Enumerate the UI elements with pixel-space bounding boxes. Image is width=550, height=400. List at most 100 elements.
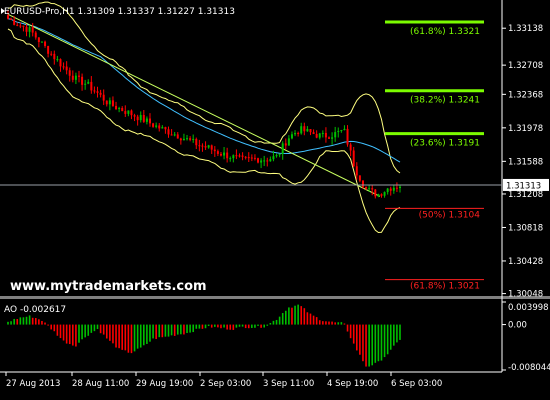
candle-body [62,66,65,68]
candle-body [303,126,306,132]
candle-body [77,75,80,77]
candle-body [81,76,84,85]
candle-body [340,130,343,132]
candle-body [281,143,284,154]
candle-body [13,19,16,25]
chart-svg[interactable]: (61.8%) 1.3321 (38.2%) 1.3241 (23.6%) 1.31… [0,0,550,400]
candle-body [260,160,263,163]
time-tick-label: 29 Aug 19:00 [136,379,193,389]
candle-body [253,157,256,159]
pane-separator[interactable] [0,296,550,299]
ao-histogram [7,304,401,367]
price-tick-label: 1.30048 [508,290,543,300]
candle-body [241,155,244,157]
candle-body [232,155,235,159]
candle-body [68,70,71,76]
candle-body [59,59,62,67]
candle-body [374,189,377,197]
candle-body [352,150,355,167]
candle-body [395,187,398,189]
time-tick-label: 27 Aug 2013 [6,379,60,389]
ao-axis: 0.003998 0.00 -0.008044 [502,301,550,373]
candle-body [346,128,349,145]
candle-body [34,32,37,38]
candle-body [186,138,189,140]
ao-tick-label: 0.00 [508,321,527,331]
candle-body [328,137,331,139]
candle-body [44,41,47,46]
candle-body [315,134,318,138]
candle-body [297,133,300,135]
candle-body [93,90,96,92]
candle-body [324,132,327,138]
price-tick-label: 1.30428 [508,257,543,267]
chart-window: (61.8%) 1.3321 (38.2%) 1.3241 (23.6%) 1.31… [0,0,550,400]
candle-body [170,134,173,136]
candle-body [179,138,182,141]
candle-body [127,110,130,114]
ao-tick-label: 0.003998 [508,303,549,313]
candle-body [201,145,204,147]
candle-body [238,155,241,157]
ao-tick-label: -0.008044 [508,363,550,373]
candle-body [198,145,201,147]
candle-body [148,118,151,124]
candle-body [124,111,127,114]
candle-body [343,128,346,131]
candle-body [300,126,303,134]
candle-body [287,138,290,146]
price-tick-label: 1.31978 [508,124,543,134]
price-tick-label: 1.32368 [508,90,543,100]
candle-body [349,144,352,151]
candle-body [244,156,247,158]
candle-body [152,123,155,127]
ao-title: AO -0.002617 [4,305,66,315]
candle-body [142,115,145,122]
candle-body [164,127,167,130]
candle-body [96,91,99,93]
price-tick-label: 1.30818 [508,223,543,233]
candle-body [383,192,386,196]
candle-body [371,188,374,190]
candle-body [71,75,74,80]
candle-body [121,107,124,112]
fib-level-label: (61.8%) 1.3321 [410,27,480,37]
candle-body [278,153,281,156]
candle-body [10,18,13,20]
candle-body [250,157,253,159]
candle-body [25,26,28,32]
candle-body [284,143,287,146]
candle-body [247,157,250,159]
candle-body [235,155,238,157]
fib-level-label: (61.8%) 1.3021 [410,282,480,292]
candle-body [118,107,121,110]
candle-body [145,118,148,122]
candle-body [309,129,312,133]
candle-body [84,83,87,85]
candle-body [16,24,19,26]
candle-body [355,166,358,176]
candle-body [290,134,293,139]
candle-body [22,25,25,27]
candle-body [108,100,111,105]
candle-body [275,155,278,157]
price-tick-label: 1.33138 [508,24,543,34]
watermark-text: www.mytrademarkets.com [10,279,207,294]
fib-level-label: (50%) 1.3104 [419,210,481,220]
time-tick-label: 28 Aug 11:00 [72,379,129,389]
candle-body [216,151,219,154]
candle-body [182,138,185,141]
candle-body [399,186,401,189]
candle-body [47,45,50,54]
candle-body [74,75,77,80]
candle-body [365,186,368,189]
candle-body [377,194,380,197]
candle-body [219,153,222,156]
candle-body [130,110,133,116]
candle-body [263,160,266,162]
candle-body [19,25,22,27]
candle-body [158,125,161,129]
candle-body [102,94,105,101]
candle-body [195,138,198,146]
candle-body [37,37,40,43]
